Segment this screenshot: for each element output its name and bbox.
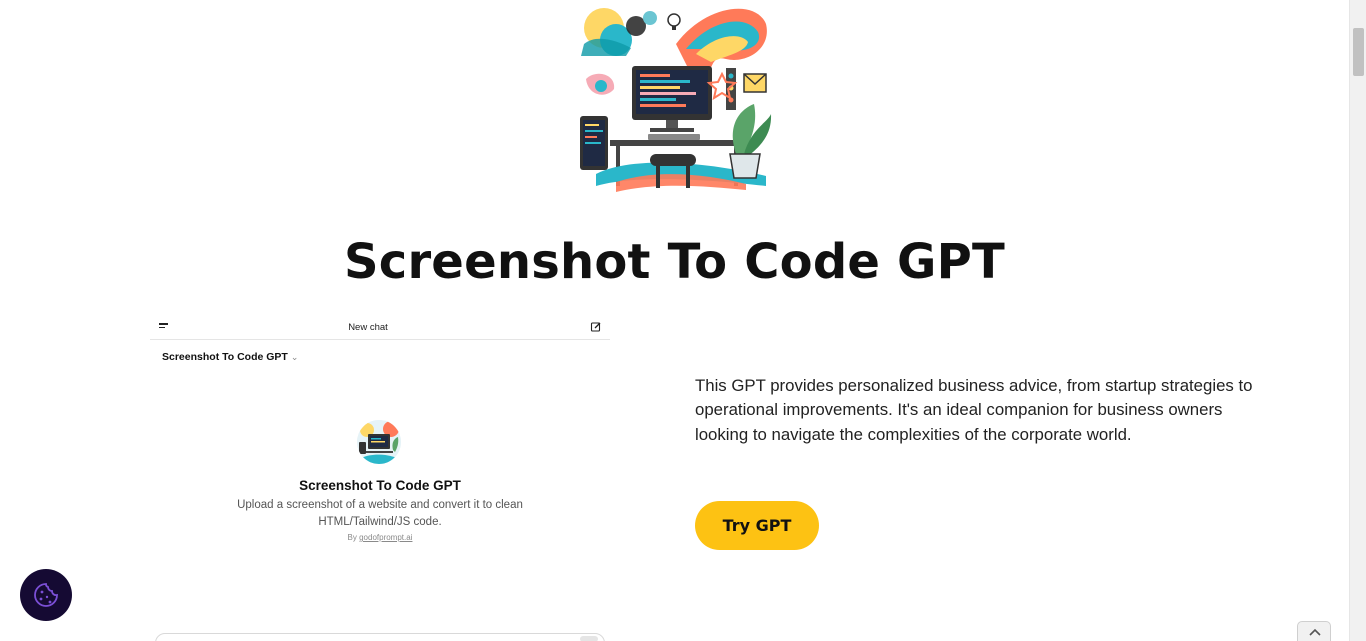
gpt-page-description: This GPT provides personalized business … — [695, 376, 1253, 444]
chevron-up-icon — [1309, 628, 1321, 636]
gpt-selector[interactable]: Screenshot To Code GPT ⌄ — [162, 351, 298, 363]
gpt-selector-label: Screenshot To Code GPT — [162, 351, 288, 363]
new-chat-title: New chat — [348, 322, 388, 333]
page-title: Screenshot To Code GPT — [344, 234, 1005, 290]
gpt-author-prefix: By — [347, 533, 360, 542]
chat-attach-button[interactable] — [580, 636, 598, 641]
back-to-top-button[interactable] — [1297, 621, 1331, 641]
scrollbar-thumb[interactable] — [1353, 28, 1364, 76]
chat-input[interactable] — [155, 633, 605, 641]
gpt-author-link[interactable]: godofprompt.ai — [359, 533, 412, 542]
gpt-name: Screenshot To Code GPT — [299, 478, 461, 493]
cookie-settings-button[interactable] — [20, 569, 72, 621]
chat-topbar: New chat — [150, 316, 610, 340]
page-scrollbar[interactable] — [1349, 0, 1366, 641]
gpt-avatar — [357, 420, 401, 464]
cookie-icon — [34, 583, 58, 607]
hero-illustration — [580, 8, 772, 192]
edit-icon[interactable] — [590, 321, 602, 333]
chevron-down-icon: ⌄ — [290, 352, 299, 362]
gpt-description: Upload a screenshot of a website and con… — [237, 499, 523, 528]
gpt-author: By godofprompt.ai — [150, 533, 610, 542]
chat-preview: New chat Screenshot To Code GPT ⌄ Screens… — [150, 316, 610, 641]
try-gpt-button[interactable]: Try GPT — [695, 501, 819, 550]
